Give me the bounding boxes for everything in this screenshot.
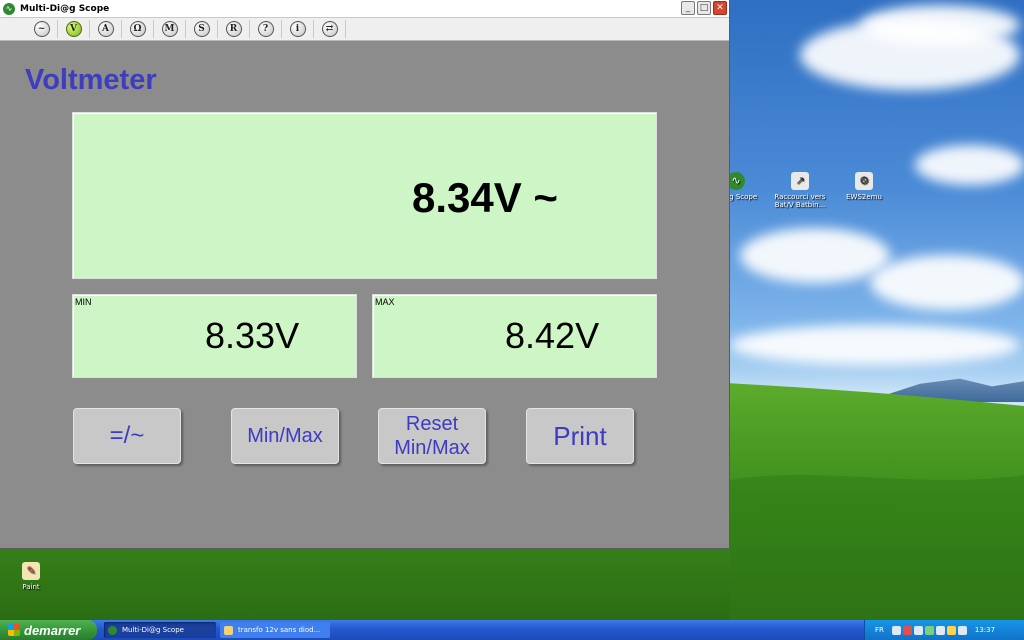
tray-network-icon[interactable] [891,625,901,635]
taskbar-item-label: transfo 12v sans diod... [238,626,321,634]
tray-volume-icon[interactable] [913,625,923,635]
title-bar[interactable]: ∿ Multi-Di@g Scope _ □ ✕ [0,0,729,18]
page-title: Voltmeter [25,64,157,96]
desktop-icon-paint[interactable]: ✎ Paint [0,562,67,591]
mode-r-icon: R [225,21,242,37]
taskbar: demarrer Multi-Di@g Scope transfo 12v sa… [0,620,1024,640]
desktop-icon-shortcut-bat[interactable]: ↗ Raccourci vers Bat/V Batbin... [764,172,836,209]
cloud [915,145,1024,185]
mode-toolbar: ~ V A Ω M S R ? i ⇄ [0,18,729,41]
window-title: Multi-Di@g Scope [20,3,110,14]
desktop-icon-label: EWS2emu [846,193,882,201]
window-controls: _ □ ✕ [681,1,727,15]
tool-wave-button[interactable]: ~ [26,18,57,41]
tray-display-icon[interactable] [935,625,945,635]
tray-update-icon[interactable] [924,625,934,635]
min-reading-display: MIN 8.33V [72,294,357,378]
shortcut-icon: ↗ [791,172,809,190]
main-reading-display [72,112,657,279]
mode-m-icon: M [161,21,178,37]
scope-app-icon [108,625,117,635]
wave-icon: ~ [33,21,50,37]
tool-switch-button[interactable]: ⇄ [314,18,345,41]
reset-minmax-label-line2: Min/Max [394,437,470,459]
minimize-button[interactable]: _ [681,1,695,15]
language-indicator[interactable]: FR [875,626,884,634]
toolbar-separator [345,20,346,38]
info-icon: i [289,21,306,37]
reset-minmax-label-line1: Reset [405,413,459,435]
tool-voltmeter-button[interactable]: V [58,18,89,41]
tool-s-button[interactable]: S [186,18,217,41]
program-icon: ⚙ [855,172,873,190]
ammeter-icon: A [97,21,114,37]
minmax-button[interactable]: Min/Max [231,408,339,464]
taskbar-item-paint-file[interactable]: transfo 12v sans diod... [220,622,330,638]
tool-ammeter-button[interactable]: A [90,18,121,41]
switch-icon: ⇄ [321,21,338,37]
tool-ohmmeter-button[interactable]: Ω [122,18,153,41]
maximize-button[interactable]: □ [697,1,711,15]
tool-help-button[interactable]: ? [250,18,281,41]
cloud [870,255,1024,310]
min-caption: MIN [75,297,92,307]
help-icon: ? [257,21,274,37]
ac-dc-toggle-button[interactable]: =/~ [73,408,181,464]
mode-s-icon: S [193,21,210,37]
desktop-icon-label: Paint [22,583,40,591]
min-voltage-value: 8.33V [205,315,300,356]
paint-icon: ✎ [22,562,40,580]
start-label: demarrer [24,622,81,638]
windows-flag-icon [8,624,20,636]
max-caption: MAX [375,297,395,307]
main-voltage-value: 8.34V ~ [412,174,558,221]
tray-app-icon[interactable] [946,625,956,635]
voltmeter-icon: V [65,21,82,37]
cloud [860,5,1020,45]
taskbar-item-multi-diag-scope[interactable]: Multi-Di@g Scope [104,622,216,638]
app-window: ∿ Multi-Di@g Scope _ □ ✕ ~ V A Ω M S R ?… [0,0,730,549]
tray-usb-icon[interactable] [957,625,967,635]
cloud [740,228,890,283]
reset-minmax-button[interactable]: Reset Min/Max [378,408,486,464]
tool-m-button[interactable]: M [154,18,185,41]
max-voltage-value: 8.42V [505,315,600,356]
tool-r-button[interactable]: R [218,18,249,41]
paint-app-icon [224,625,233,635]
close-button[interactable]: ✕ [713,1,727,15]
ohmmeter-icon: Ω [129,21,146,37]
desktop-icon-label: Raccourci vers Bat/V Batbin... [774,193,826,209]
cloud [730,325,1020,365]
app-logo-icon: ∿ [3,2,15,15]
clock[interactable]: 13:37 [975,626,995,634]
tool-info-button[interactable]: i [282,18,313,41]
tray-security-icon[interactable] [902,625,912,635]
system-tray: FR 13:37 [864,620,1024,640]
desktop-icon-ews2emu[interactable]: ⚙ EWS2emu [828,172,900,201]
taskbar-item-label: Multi-Di@g Scope [122,626,184,634]
print-button[interactable]: Print [526,408,634,464]
max-reading-display: MAX 8.42V [372,294,657,378]
start-button[interactable]: demarrer [0,620,97,640]
